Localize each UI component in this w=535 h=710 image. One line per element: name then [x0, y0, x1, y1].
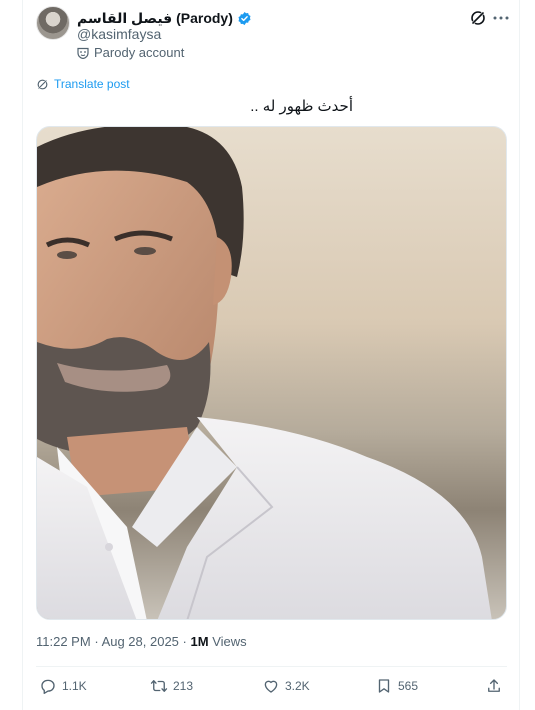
post-date[interactable]: Aug 28, 2025	[102, 634, 179, 649]
parody-label-text: Parody account	[94, 45, 185, 60]
grok-icon[interactable]	[469, 9, 487, 27]
translate-post-label[interactable]: Translate post	[54, 77, 130, 91]
post-time[interactable]: 11:22 PM	[36, 634, 91, 649]
grok-translate-icon	[37, 78, 48, 90]
repost-button[interactable]: 213	[150, 677, 193, 695]
portrait-photo-illustration	[37, 127, 492, 619]
repost-icon	[150, 680, 168, 692]
like-count: 3.2K	[285, 679, 310, 693]
actions-divider	[36, 666, 507, 667]
author-handle[interactable]: @kasimfaysa	[77, 26, 161, 42]
reply-count: 1.1K	[62, 679, 87, 693]
verified-badge-icon	[238, 11, 251, 25]
parody-mask-icon	[77, 47, 89, 59]
parody-label: Parody account	[77, 45, 184, 60]
views-count: 1M	[190, 634, 209, 649]
like-button[interactable]: 3.2K	[262, 677, 310, 695]
author-avatar[interactable]	[36, 6, 70, 40]
meta-separator: ·	[94, 634, 99, 649]
author-display-name[interactable]: فيصل القاسم (Parody)	[77, 10, 233, 27]
heart-icon	[264, 680, 278, 693]
author-name-row[interactable]: فيصل القاسم (Parody)	[77, 8, 252, 28]
repost-count: 213	[173, 679, 194, 693]
reply-icon	[41, 679, 55, 695]
bookmark-button[interactable]: 565	[375, 677, 418, 695]
share-button[interactable]	[485, 677, 503, 695]
bookmark-icon	[378, 679, 390, 693]
meta-separator-2: ·	[182, 634, 187, 649]
post-text: أحدث ظهور له ..	[250, 98, 353, 115]
bookmark-count: 565	[398, 679, 419, 693]
more-options-icon[interactable]	[493, 16, 509, 20]
translate-post-link[interactable]: Translate post	[36, 77, 130, 91]
reply-button[interactable]: 1.1K	[39, 677, 87, 695]
share-icon	[488, 679, 500, 692]
post-photo[interactable]	[36, 126, 507, 620]
post-meta: 11:22 PM · Aug 28, 2025 · 1M Views	[36, 634, 247, 649]
views-label: Views	[212, 634, 247, 649]
